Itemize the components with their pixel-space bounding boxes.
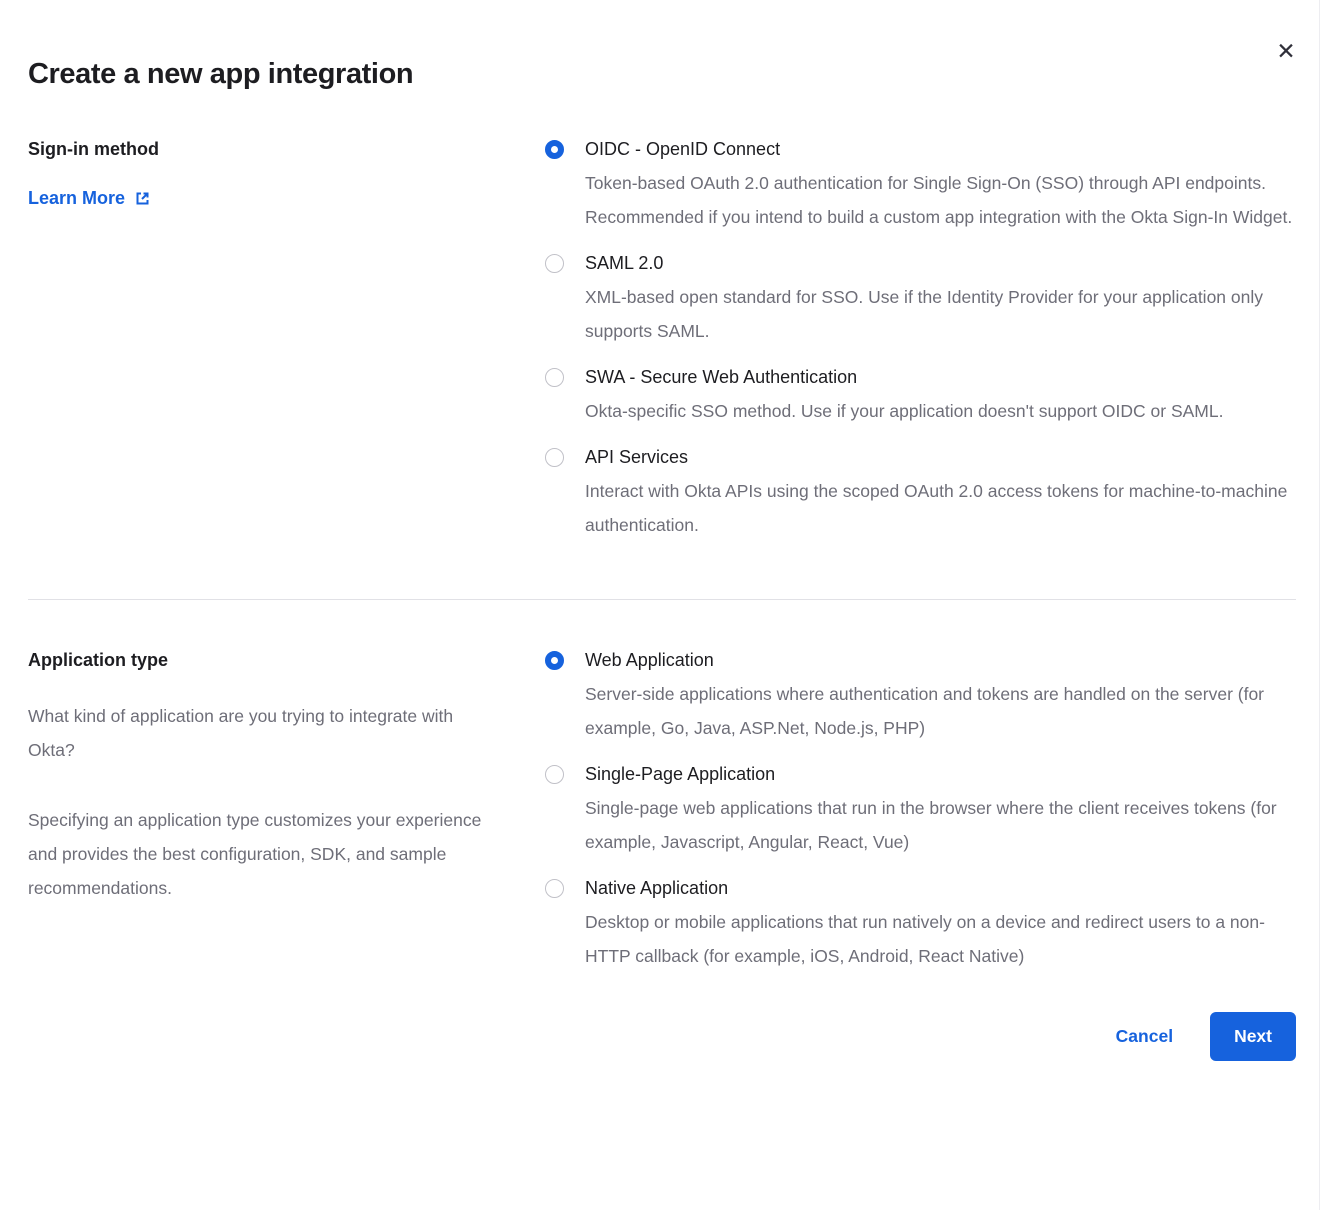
native-application-option-description: Desktop or mobile applications that run … xyxy=(585,905,1296,973)
application-type-section: Application type What kind of applicatio… xyxy=(28,648,1296,990)
single-page-application-option-description: Single-page web applications that run in… xyxy=(585,791,1296,859)
application-type-question: What kind of application are you trying … xyxy=(28,699,500,767)
radio-selected-icon[interactable] xyxy=(545,651,564,670)
signin-method-left-column: Sign-in method Learn More xyxy=(28,137,545,209)
web-application-option-description: Server-side applications where authentic… xyxy=(585,677,1296,745)
radio-option-api-services[interactable]: API Services Interact with Okta APIs usi… xyxy=(545,445,1296,542)
radio-option-oidc[interactable]: OIDC - OpenID Connect Token-based OAuth … xyxy=(545,137,1296,234)
learn-more-link[interactable]: Learn More xyxy=(28,188,151,209)
cancel-button[interactable]: Cancel xyxy=(1116,1026,1173,1047)
radio-option-single-page-application[interactable]: Single-Page Application Single-page web … xyxy=(545,762,1296,859)
radio-option-swa[interactable]: SWA - Secure Web Authentication Okta-spe… xyxy=(545,365,1296,428)
external-link-icon xyxy=(134,190,151,207)
oidc-option-label[interactable]: OIDC - OpenID Connect xyxy=(585,137,1296,162)
application-type-label: Application type xyxy=(28,648,545,672)
native-application-option-label[interactable]: Native Application xyxy=(585,876,1296,901)
application-type-left-column: Application type What kind of applicatio… xyxy=(28,648,545,905)
radio-unselected-icon[interactable] xyxy=(545,448,564,467)
radio-option-native-application[interactable]: Native Application Desktop or mobile app… xyxy=(545,876,1296,973)
radio-option-saml[interactable]: SAML 2.0 XML-based open standard for SSO… xyxy=(545,251,1296,348)
swa-option-description: Okta-specific SSO method. Use if your ap… xyxy=(585,394,1223,428)
create-app-integration-dialog: ✕ Create a new app integration Sign-in m… xyxy=(0,0,1332,1210)
next-button[interactable]: Next xyxy=(1210,1012,1296,1061)
section-divider xyxy=(28,599,1296,600)
oidc-option-description: Token-based OAuth 2.0 authentication for… xyxy=(585,166,1296,234)
api-services-option-label[interactable]: API Services xyxy=(585,445,1296,470)
radio-unselected-icon[interactable] xyxy=(545,368,564,387)
radio-option-web-application[interactable]: Web Application Server-side applications… xyxy=(545,648,1296,745)
radio-unselected-icon[interactable] xyxy=(545,765,564,784)
application-type-options: Web Application Server-side applications… xyxy=(545,648,1296,990)
radio-unselected-icon[interactable] xyxy=(545,254,564,273)
radio-unselected-icon[interactable] xyxy=(545,879,564,898)
close-icon[interactable]: ✕ xyxy=(1272,38,1300,66)
dialog-title: Create a new app integration xyxy=(28,58,1296,91)
application-type-help-text: Specifying an application type customize… xyxy=(28,803,500,905)
saml-option-label[interactable]: SAML 2.0 xyxy=(585,251,1296,276)
dialog-footer: Cancel Next xyxy=(28,1012,1296,1107)
dialog-right-edge-divider xyxy=(1319,0,1320,1210)
swa-option-label[interactable]: SWA - Secure Web Authentication xyxy=(585,365,1223,390)
web-application-option-label[interactable]: Web Application xyxy=(585,648,1296,673)
signin-method-label: Sign-in method xyxy=(28,137,545,161)
single-page-application-option-label[interactable]: Single-Page Application xyxy=(585,762,1296,787)
radio-selected-icon[interactable] xyxy=(545,140,564,159)
signin-method-options: OIDC - OpenID Connect Token-based OAuth … xyxy=(545,137,1296,559)
learn-more-label: Learn More xyxy=(28,188,125,209)
saml-option-description: XML-based open standard for SSO. Use if … xyxy=(585,280,1296,348)
signin-method-section: Sign-in method Learn More OIDC - OpenID … xyxy=(28,137,1296,559)
api-services-option-description: Interact with Okta APIs using the scoped… xyxy=(585,474,1296,542)
